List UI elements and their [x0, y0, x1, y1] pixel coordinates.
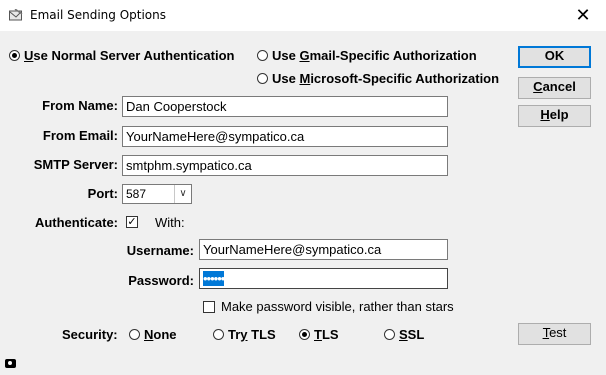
smtp-server-label: SMTP Server:	[33, 157, 118, 172]
test-button[interactable]: Test	[518, 323, 591, 345]
chevron-down-icon[interactable]: ∨	[174, 185, 191, 203]
password-label: Password:	[128, 273, 194, 288]
from-email-label: From Email:	[42, 128, 118, 143]
username-label: Username:	[126, 243, 194, 258]
cancel-button[interactable]: Cancel	[518, 77, 591, 99]
password-mask: ••••••	[203, 271, 225, 286]
dialog-body: Use Normal Server Authentication Use Gma…	[0, 31, 606, 375]
port-value: 587	[126, 187, 147, 201]
radio-security-ssl[interactable]: SSL	[384, 327, 424, 342]
radio-security-try-tls[interactable]: Try TLS	[213, 327, 276, 342]
show-password-label: Make password visible, rather than stars	[221, 299, 454, 314]
close-icon: ✕	[575, 5, 591, 25]
authenticate-checkbox[interactable]: ✓	[126, 216, 138, 228]
camera-icon[interactable]	[5, 359, 16, 368]
radio-security-none[interactable]: None	[129, 327, 177, 342]
radio-normal-auth[interactable]: Use Normal Server Authentication	[9, 48, 234, 63]
security-label: Security:	[62, 327, 118, 342]
with-label: With:	[155, 215, 185, 230]
email-app-icon	[9, 9, 23, 21]
authenticate-label: Authenticate:	[34, 215, 118, 230]
window-title: Email Sending Options	[30, 8, 167, 22]
close-button[interactable]: ✕	[560, 0, 606, 31]
username-field[interactable]: YourNameHere@sympatico.ca	[199, 239, 448, 260]
radio-gmail-auth[interactable]: Use Gmail-Specific Authorization	[257, 48, 477, 63]
radio-normal-dot	[9, 50, 20, 61]
ok-button[interactable]: OK	[518, 46, 591, 68]
radio-security-tls[interactable]: TLS	[299, 327, 339, 342]
smtp-server-field[interactable]: smtphm.sympatico.ca	[122, 155, 448, 176]
show-password-checkbox[interactable]	[203, 301, 215, 313]
help-button[interactable]: Help	[518, 105, 591, 127]
from-name-field[interactable]: Dan Cooperstock	[122, 96, 448, 117]
port-label: Port:	[87, 186, 118, 201]
checkmark-icon: ✓	[127, 216, 137, 228]
radio-microsoft-dot	[257, 73, 268, 84]
password-field[interactable]: ••••••	[199, 268, 448, 289]
title-bar: Email Sending Options ✕	[0, 0, 606, 31]
radio-gmail-dot	[257, 50, 268, 61]
from-email-field[interactable]: YourNameHere@sympatico.ca	[122, 126, 448, 147]
from-name-label: From Name:	[42, 98, 118, 113]
port-select[interactable]: 587 ∨	[122, 184, 192, 204]
radio-microsoft-auth[interactable]: Use Microsoft-Specific Authorization	[257, 71, 499, 86]
